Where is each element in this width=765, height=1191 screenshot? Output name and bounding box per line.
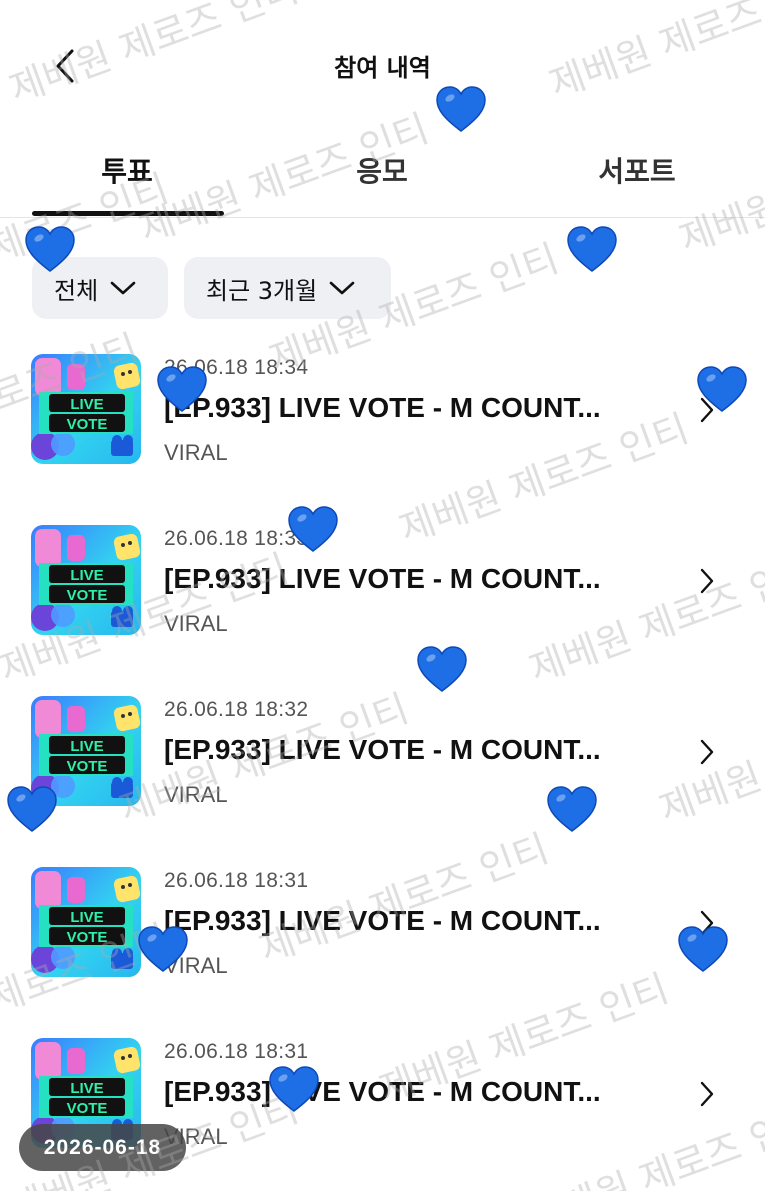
entry-date: 26.06.18 18:32 [164, 698, 309, 721]
entry-title: [EP.933] LIVE VOTE - M COUNT... [164, 1076, 601, 1107]
entry-title: [EP.933] LIVE VOTE - M COUNT... [164, 392, 601, 423]
header: 참여 내역 [0, 0, 765, 130]
thumb-text-live: LIVE [70, 396, 103, 413]
date-overlay-badge: 2026-06-18 [19, 1124, 186, 1171]
entry-title: [EP.933] LIVE VOTE - M COUNT... [164, 905, 601, 936]
tab-support[interactable]: 서포트 [540, 140, 734, 217]
tab-vote[interactable]: 투표 [30, 140, 224, 217]
entry-date: 26.06.18 18:33 [164, 527, 309, 550]
chevron-right-icon [700, 1081, 714, 1107]
thumb-text-live: LIVE [70, 909, 103, 926]
thumb-text-vote: VOTE [67, 587, 108, 604]
entry-title: [EP.933] LIVE VOTE - M COUNT... [164, 563, 601, 594]
tab-entry[interactable]: 응모 [285, 140, 479, 217]
entry-category: VIRAL [164, 953, 228, 978]
tab-bar: 투표 응모 서포트 [0, 140, 765, 218]
list-item[interactable]: LIVE VOTE 26.06.18 18:32 [EP.933] LIVE VO… [0, 692, 765, 817]
thumb-text-live: LIVE [70, 567, 103, 584]
vote-thumbnail: LIVE VOTE [31, 354, 141, 464]
entry-category: VIRAL [164, 782, 228, 807]
thumb-text-live: LIVE [70, 738, 103, 755]
chevron-right-icon [700, 910, 714, 936]
heart-icon [417, 646, 467, 692]
entry-category: VIRAL [164, 440, 228, 465]
filter-period-dropdown[interactable]: 최근 3개월 [184, 257, 391, 319]
filter-period-label: 최근 3개월 [206, 276, 318, 305]
entry-category: VIRAL [164, 611, 228, 636]
page-title: 참여 내역 [334, 54, 431, 82]
thumb-text-vote: VOTE [67, 758, 108, 775]
entry-date: 26.06.18 18:34 [164, 356, 309, 379]
list-item[interactable]: LIVE VOTE 26.06.18 18:31 [EP.933] LIVE VO… [0, 863, 765, 988]
list-item[interactable]: LIVE VOTE 26.06.18 18:34 [EP.933] LIVE VO… [0, 350, 765, 475]
chevron-down-icon [110, 280, 136, 296]
list-item[interactable]: LIVE VOTE 26.06.18 18:33 [EP.933] LIVE VO… [0, 521, 765, 646]
active-tab-indicator [32, 211, 224, 216]
chevron-down-icon [329, 280, 355, 296]
chevron-right-icon [700, 397, 714, 423]
entry-date: 26.06.18 18:31 [164, 869, 309, 892]
chevron-right-icon [700, 739, 714, 765]
chevron-right-icon [700, 568, 714, 594]
vote-thumbnail: LIVE VOTE [31, 525, 141, 635]
entry-date: 26.06.18 18:31 [164, 1040, 309, 1063]
vote-thumbnail: LIVE VOTE [31, 867, 141, 977]
thumb-text-vote: VOTE [67, 1100, 108, 1117]
filter-type-dropdown[interactable]: 전체 [32, 257, 168, 319]
thumb-text-vote: VOTE [67, 929, 108, 946]
thumb-text-live: LIVE [70, 1080, 103, 1097]
entry-title: [EP.933] LIVE VOTE - M COUNT... [164, 734, 601, 765]
filter-type-label: 전체 [54, 276, 99, 305]
thumb-text-vote: VOTE [67, 416, 108, 433]
vote-thumbnail: LIVE VOTE [31, 696, 141, 806]
filter-bar: 전체 최근 3개월 [0, 257, 765, 319]
